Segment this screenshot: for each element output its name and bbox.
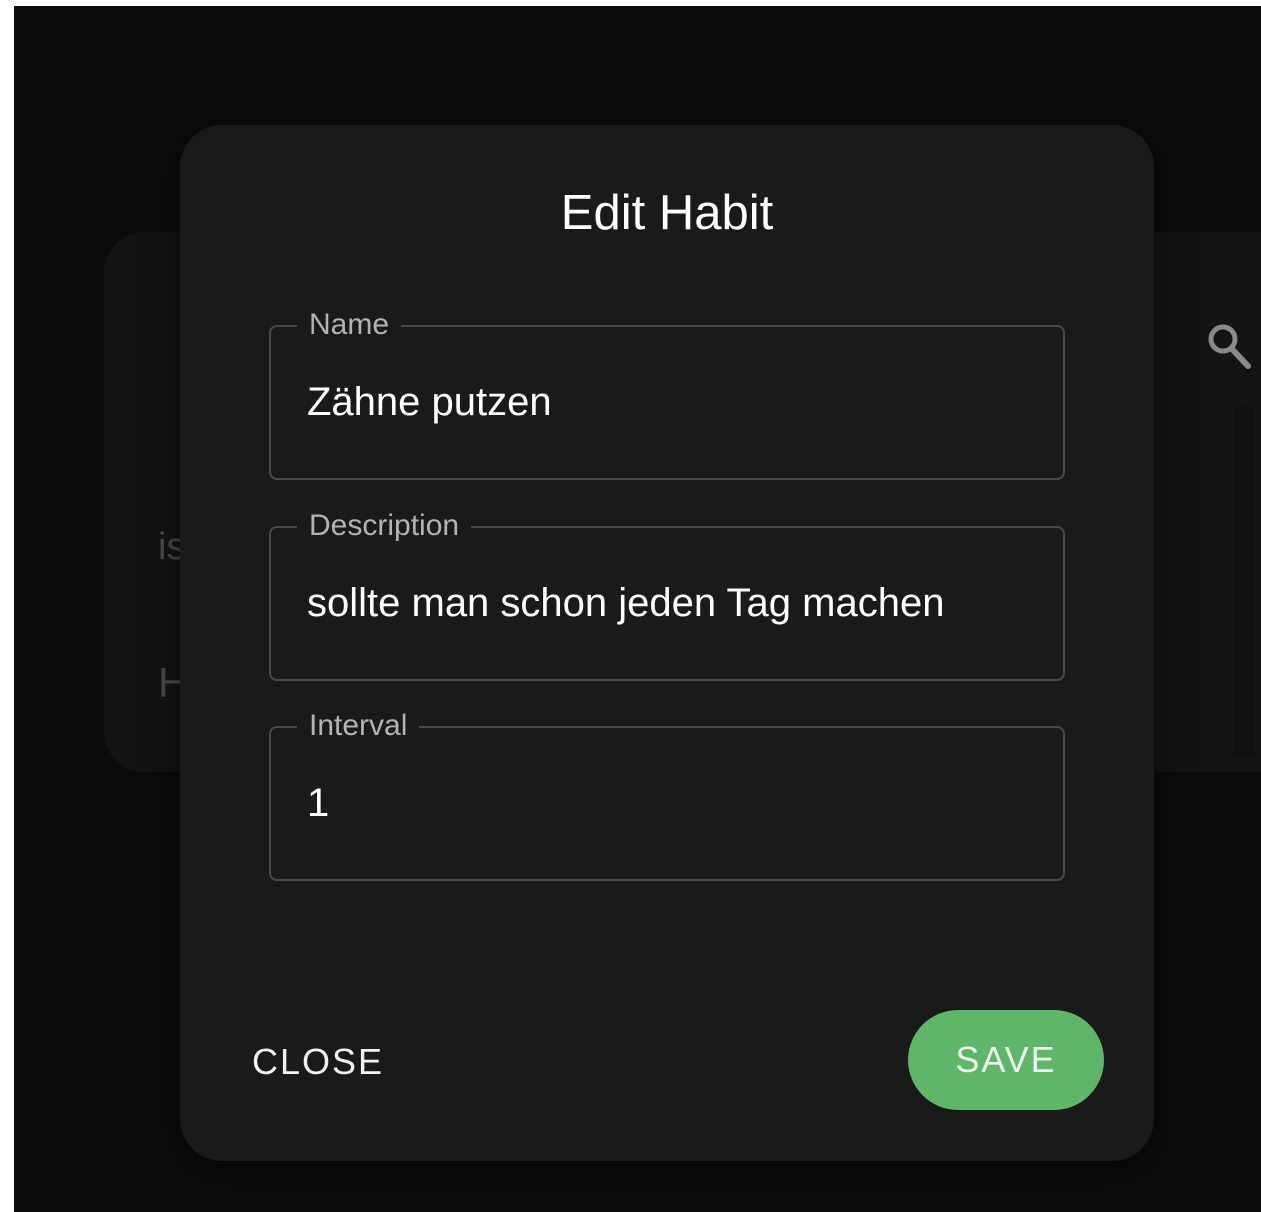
dialog-title: Edit Habit bbox=[560, 186, 774, 240]
description-field-label: Description bbox=[297, 508, 472, 544]
search-icon[interactable] bbox=[1204, 319, 1254, 373]
description-input[interactable]: sollte man schon jeden Tag machen bbox=[307, 578, 1043, 628]
interval-input[interactable]: 1 bbox=[307, 778, 1043, 828]
close-button[interactable]: CLOSE bbox=[240, 1037, 396, 1087]
interval-field[interactable]: Interval 1 bbox=[269, 708, 1065, 881]
interval-field-label: Interval bbox=[297, 708, 420, 744]
save-button[interactable]: SAVE bbox=[908, 1010, 1104, 1110]
name-input[interactable]: Zähne putzen bbox=[307, 377, 1043, 427]
name-field[interactable]: Name Zähne putzen bbox=[269, 307, 1065, 480]
edit-habit-dialog: Edit Habit Name Zähne putzen Description… bbox=[180, 125, 1154, 1161]
background-card-edge bbox=[1234, 406, 1254, 756]
name-field-label: Name bbox=[297, 307, 402, 343]
description-field[interactable]: Description sollte man schon jeden Tag m… bbox=[269, 508, 1065, 681]
